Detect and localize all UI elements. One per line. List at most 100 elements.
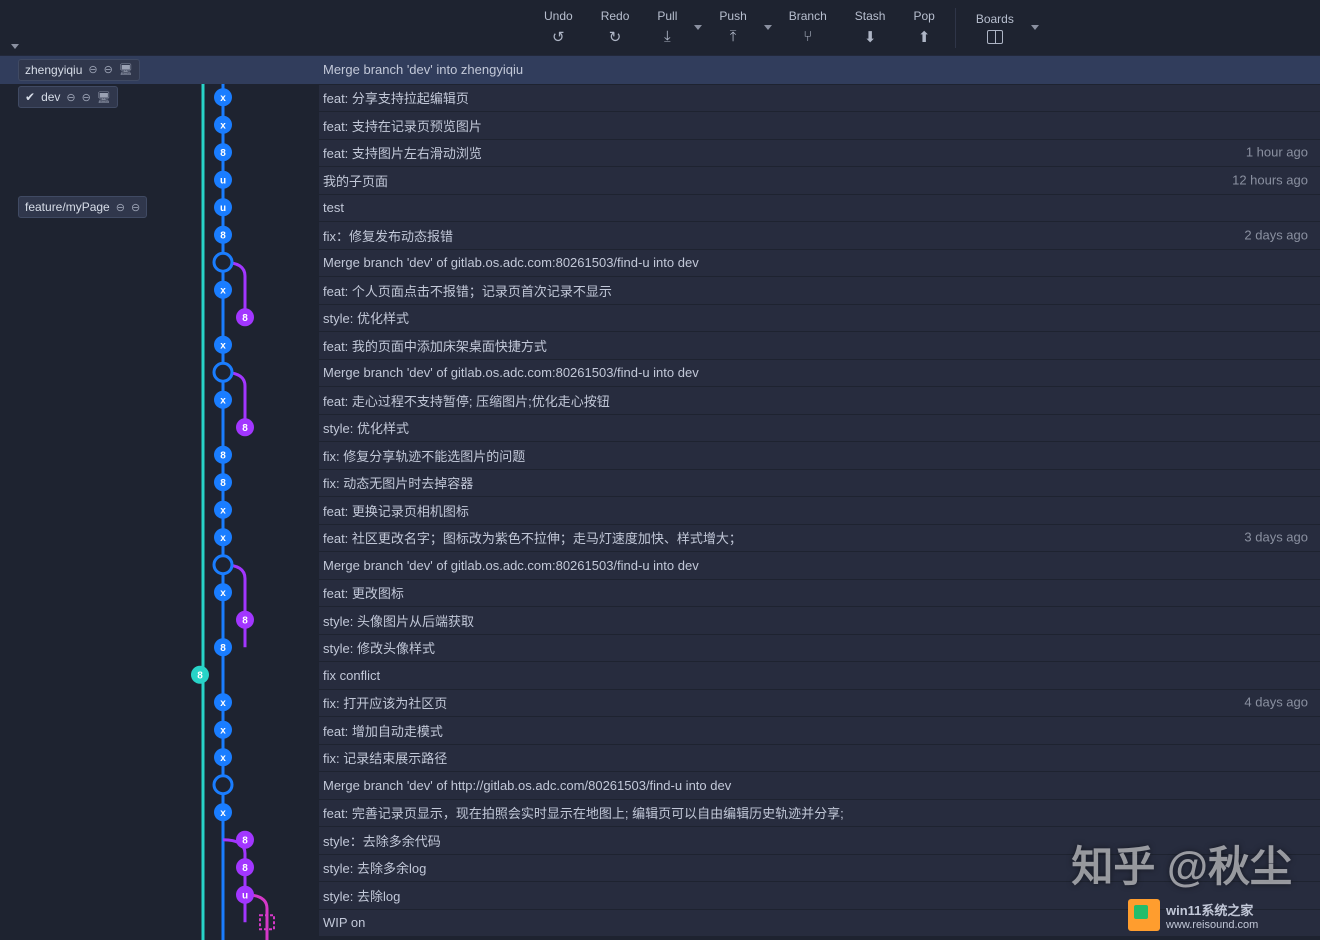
commit-row[interactable]: style: 优化样式 xyxy=(0,304,1320,332)
commit-message: feat: 社区更改名字；图标改为紫色不拉伸；走马灯速度加快、样式增大； xyxy=(315,524,1320,552)
undo-label: Undo xyxy=(544,9,573,23)
boards-icon xyxy=(987,30,1003,44)
commit-row[interactable]: feat: 走心过程不支持暂停; 压缩图片;优化走心按钮 xyxy=(0,386,1320,414)
commit-message: style: 优化样式 xyxy=(315,414,1320,442)
commit-time: 12 hours ago xyxy=(1232,172,1308,187)
commit-message: fix conflict xyxy=(315,661,1320,689)
laptop-icon: 🖥 xyxy=(119,63,133,76)
commit-row[interactable]: style: 优化样式 xyxy=(0,414,1320,442)
commit-row[interactable]: Merge branch 'dev' of gitlab.os.adc.com:… xyxy=(0,359,1320,387)
remote-icon: ⊖ xyxy=(88,63,97,76)
commit-message: style: 头像图片从后端获取 xyxy=(315,606,1320,634)
boards-button[interactable]: Boards xyxy=(962,0,1028,55)
pop-icon xyxy=(914,27,934,47)
commit-row[interactable]: 我的子页面12 hours ago xyxy=(0,166,1320,194)
push-icon xyxy=(723,27,743,47)
branch-chip[interactable]: feature/myPage⊖⊖ xyxy=(18,196,147,218)
branch-chip-label: dev xyxy=(41,90,60,104)
commit-message: Merge branch 'dev' of http://gitlab.os.a… xyxy=(315,771,1320,799)
remote-icon: ⊖ xyxy=(131,201,140,214)
commit-message: feat: 分享支持拉起编辑页 xyxy=(315,84,1320,112)
branch-icon xyxy=(798,27,818,47)
pop-button[interactable]: Pop xyxy=(899,0,948,55)
branch-chip-label: feature/myPage xyxy=(25,200,110,214)
commit-row[interactable]: style: 头像图片从后端获取 xyxy=(0,606,1320,634)
commit-row[interactable]: feat: 更换记录页相机图标 xyxy=(0,496,1320,524)
commit-time: 3 days ago xyxy=(1244,530,1308,545)
commit-message: Merge branch 'dev' of gitlab.os.adc.com:… xyxy=(315,249,1320,277)
commit-message: feat: 增加自动走模式 xyxy=(315,716,1320,744)
commit-message: feat: 走心过程不支持暂停; 压缩图片;优化走心按钮 xyxy=(315,386,1320,414)
commit-message: feat: 更改图标 xyxy=(315,579,1320,607)
menu-dropdown[interactable] xyxy=(0,0,30,55)
remote-icon: ⊖ xyxy=(66,91,75,104)
pull-dropdown[interactable] xyxy=(691,0,705,55)
stash-button[interactable]: Stash xyxy=(841,0,900,55)
commit-message: style: 修改头像样式 xyxy=(315,634,1320,662)
branch-chip[interactable]: zhengyiqiu ⊖ ⊖ 🖥 xyxy=(18,59,140,81)
commit-row[interactable]: feat: 我的页面中添加床架桌面快捷方式 xyxy=(0,331,1320,359)
commit-time: 1 hour ago xyxy=(1246,145,1308,160)
commit-row[interactable]: style: 修改头像样式 xyxy=(0,634,1320,662)
stash-icon xyxy=(860,27,880,47)
commit-row[interactable]: Merge branch 'dev' of gitlab.os.adc.com:… xyxy=(0,249,1320,277)
branch-button[interactable]: Branch xyxy=(775,0,841,55)
push-button[interactable]: Push xyxy=(705,0,760,55)
undo-button[interactable]: Undo xyxy=(530,0,587,55)
redo-button[interactable]: Redo xyxy=(587,0,644,55)
pull-label: Pull xyxy=(657,9,677,23)
commit-row[interactable]: feat: 增加自动走模式 xyxy=(0,716,1320,744)
commit-row[interactable]: feat: 支持在记录页预览图片 xyxy=(0,111,1320,139)
commit-row[interactable]: WIP on xyxy=(0,909,1320,937)
undo-icon xyxy=(548,27,568,47)
commit-row[interactable]: fix conflict xyxy=(0,661,1320,689)
commit-message: feat: 支持图片左右滑动浏览 xyxy=(315,139,1320,167)
commit-row[interactable]: feat: 更改图标 xyxy=(0,579,1320,607)
toolbar: Undo Redo Pull Push Branch Stash Pop Boa… xyxy=(0,0,1320,56)
push-dropdown[interactable] xyxy=(761,0,775,55)
commit-message: 我的子页面 xyxy=(315,166,1320,194)
commit-row[interactable]: feat: 社区更改名字；图标改为紫色不拉伸；走马灯速度加快、样式增大；3 da… xyxy=(0,524,1320,552)
commit-row[interactable]: fix: 修复分享轨迹不能选图片的问题 xyxy=(0,441,1320,469)
redo-icon xyxy=(605,27,625,47)
commit-row[interactable]: Merge branch 'dev' of gitlab.os.adc.com:… xyxy=(0,551,1320,579)
remote-icon: ⊖ xyxy=(82,91,91,104)
commit-message: feat: 完善记录页显示，现在拍照会实时显示在地图上; 编辑页可以自由编辑历史… xyxy=(315,799,1320,827)
boards-dropdown[interactable] xyxy=(1028,0,1042,55)
commit-row[interactable]: ✔dev⊖⊖🖥feat: 分享支持拉起编辑页 xyxy=(0,84,1320,112)
branch-chip-label: zhengyiqiu xyxy=(25,63,82,77)
checkmark-icon: ✔ xyxy=(25,90,35,104)
boards-label: Boards xyxy=(976,12,1014,26)
commit-time: 2 days ago xyxy=(1244,227,1308,242)
commit-row[interactable]: Merge branch 'dev' of http://gitlab.os.a… xyxy=(0,771,1320,799)
branch-label: Branch xyxy=(789,9,827,23)
commit-row[interactable]: feature/myPage⊖⊖test xyxy=(0,194,1320,222)
watermark-zhihu: 知乎 @秋尘 xyxy=(1071,833,1292,894)
pull-button[interactable]: Pull xyxy=(643,0,691,55)
branch-chip[interactable]: ✔dev⊖⊖🖥 xyxy=(18,86,118,108)
remote-icon: ⊖ xyxy=(104,63,113,76)
watermark-site-name: win11系统之家 xyxy=(1166,900,1258,919)
redo-label: Redo xyxy=(601,9,630,23)
commit-message: Merge branch 'dev' of gitlab.os.adc.com:… xyxy=(315,551,1320,579)
commit-row[interactable]: feat: 完善记录页显示，现在拍照会实时显示在地图上; 编辑页可以自由编辑历史… xyxy=(0,799,1320,827)
stash-label: Stash xyxy=(855,9,886,23)
watermark-logo-icon xyxy=(1128,899,1160,931)
commit-message: fix: 修复分享轨迹不能选图片的问题 xyxy=(315,441,1320,469)
watermark-site-url: www.reisound.com xyxy=(1166,919,1258,931)
commit-message: feat: 支持在记录页预览图片 xyxy=(315,111,1320,139)
commit-row[interactable]: feat: 支持图片左右滑动浏览1 hour ago xyxy=(0,139,1320,167)
commit-row[interactable]: fix: 打开应该为社区页4 days ago xyxy=(0,689,1320,717)
commit-message: Merge branch 'dev' of gitlab.os.adc.com:… xyxy=(315,359,1320,387)
commit-message: fix: 动态无图片时去掉容器 xyxy=(315,469,1320,497)
commit-row[interactable]: fix: 动态无图片时去掉容器 xyxy=(0,469,1320,497)
watermark-site: win11系统之家www.reisound.com xyxy=(1128,892,1308,938)
commit-row[interactable]: zhengyiqiu⊖⊖🖥Merge branch 'dev' into zhe… xyxy=(0,56,1320,84)
commit-row[interactable]: fix：修复发布动态报错2 days ago xyxy=(0,221,1320,249)
push-label: Push xyxy=(719,9,746,23)
commit-message: feat: 更换记录页相机图标 xyxy=(315,496,1320,524)
commit-message: style: 优化样式 xyxy=(315,304,1320,332)
commit-message: fix: 打开应该为社区页 xyxy=(315,689,1320,717)
commit-row[interactable]: feat: 个人页面点击不报错；记录页首次记录不显示 xyxy=(0,276,1320,304)
commit-row[interactable]: fix: 记录结束展示路径 xyxy=(0,744,1320,772)
